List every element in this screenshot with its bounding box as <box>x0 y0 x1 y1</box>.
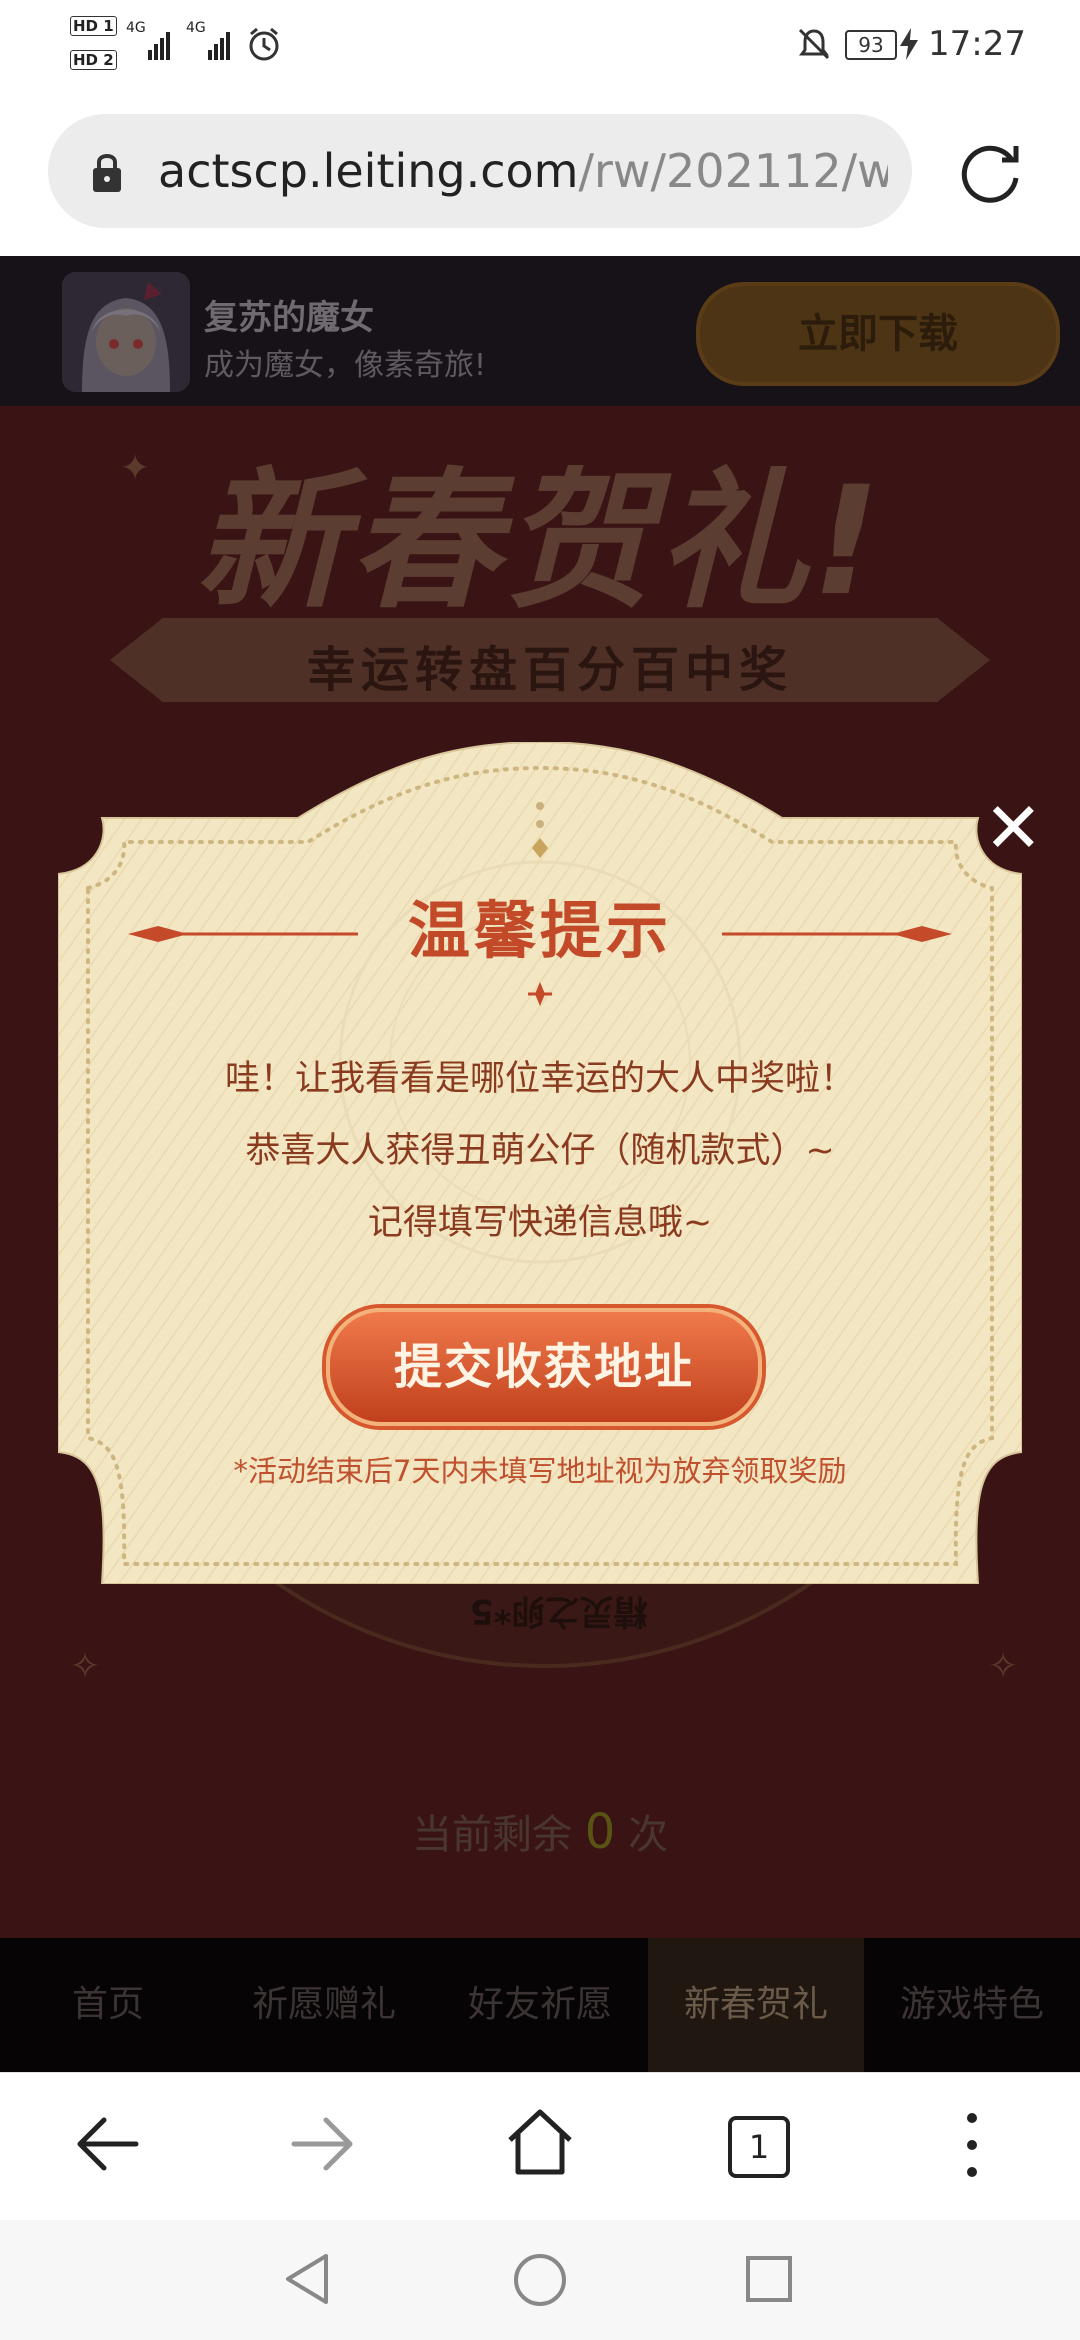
battery-level: 93 <box>858 33 884 57</box>
mute-icon <box>798 28 830 60</box>
signal-icon: 4G <box>126 20 176 60</box>
app-slogan: 成为魔女，像素奇旅! <box>204 348 487 383</box>
nav-back-icon[interactable] <box>282 2252 332 2306</box>
nav-recents-icon[interactable] <box>744 2254 794 2304</box>
dialog-footnote: *活动结束后7天内未填写地址视为放弃领取奖励 <box>233 1454 847 1488</box>
tab-count: 1 <box>748 2128 770 2166</box>
dialog-title: 温馨提示 <box>407 894 672 967</box>
page-nav: 首页 祈愿赠礼 好友祈愿 新春贺礼 游戏特色 <box>0 1938 1080 2072</box>
network-type-label: 4G <box>186 20 206 36</box>
battery-icon: 93 <box>845 30 897 60</box>
remaining-suffix: 次 <box>627 1812 668 1858</box>
nav-tab-home[interactable]: 首页 <box>0 1938 216 2072</box>
alarm-icon <box>249 27 279 61</box>
url-path: /rw/202112/wis <box>578 144 889 198</box>
sparkle-icon: ✧ <box>988 1646 1019 1687</box>
signal-icon: 4G <box>186 20 236 60</box>
nav-tab-friend-wish[interactable]: 好友祈愿 <box>432 1938 648 2072</box>
submit-address-button[interactable]: 提交收获地址 <box>326 1308 762 1426</box>
sim2-hd-badge: HD 2 <box>70 50 117 70</box>
download-button[interactable]: 立即下载 <box>696 282 1060 386</box>
nav-tab-game-features[interactable]: 游戏特色 <box>864 1938 1080 2072</box>
nav-tab-wish-gift[interactable]: 祈愿赠礼 <box>216 1938 432 2072</box>
remaining-count: 0 <box>584 1804 616 1860</box>
event-subtitle: 幸运转盘百分百中奖 <box>306 642 793 698</box>
remaining-prefix: 当前剩余 <box>412 1812 572 1858</box>
home-icon[interactable] <box>504 2106 576 2178</box>
app-avatar <box>62 272 190 392</box>
remaining-spins: 当前剩余 0 次 <box>0 1802 1080 1860</box>
charging-icon <box>900 28 918 60</box>
dialog-message-line-1: 哇！让我看看是哪位幸运的大人中奖啦！ <box>224 1059 855 1099</box>
sparkle-icon: ✧ <box>70 1646 101 1687</box>
network-type-label: 4G <box>126 20 146 36</box>
clock: 17:27 <box>928 24 1026 64</box>
reload-icon[interactable] <box>958 138 1026 206</box>
app-name: 复苏的魔女 <box>204 298 374 338</box>
wheel-prize-label: 精灵之卵*5 <box>470 1591 648 1631</box>
lock-icon <box>93 154 121 192</box>
forward-arrow-icon[interactable] <box>290 2112 356 2176</box>
sim1-hd-badge: HD 1 <box>70 16 117 36</box>
url-text[interactable]: actscp.leiting.com/rw/202112/wis <box>158 144 888 198</box>
back-arrow-icon[interactable] <box>74 2112 140 2176</box>
tabs-icon[interactable]: 1 <box>728 2116 790 2178</box>
event-title: 新春贺礼! <box>195 455 885 629</box>
dialog-message-line-3: 记得填写快递信息哦~ <box>367 1203 713 1243</box>
nav-home-icon[interactable] <box>512 2252 568 2308</box>
url-domain: actscp.leiting.com <box>158 144 579 198</box>
nav-tab-new-year-gift[interactable]: 新春贺礼 <box>648 1938 864 2072</box>
dialog-message-line-2: 恭喜大人获得丑萌公仔（随机款式）~ <box>245 1131 835 1171</box>
more-menu-icon[interactable] <box>962 2110 982 2180</box>
close-icon[interactable]: ✕ <box>984 793 1043 863</box>
